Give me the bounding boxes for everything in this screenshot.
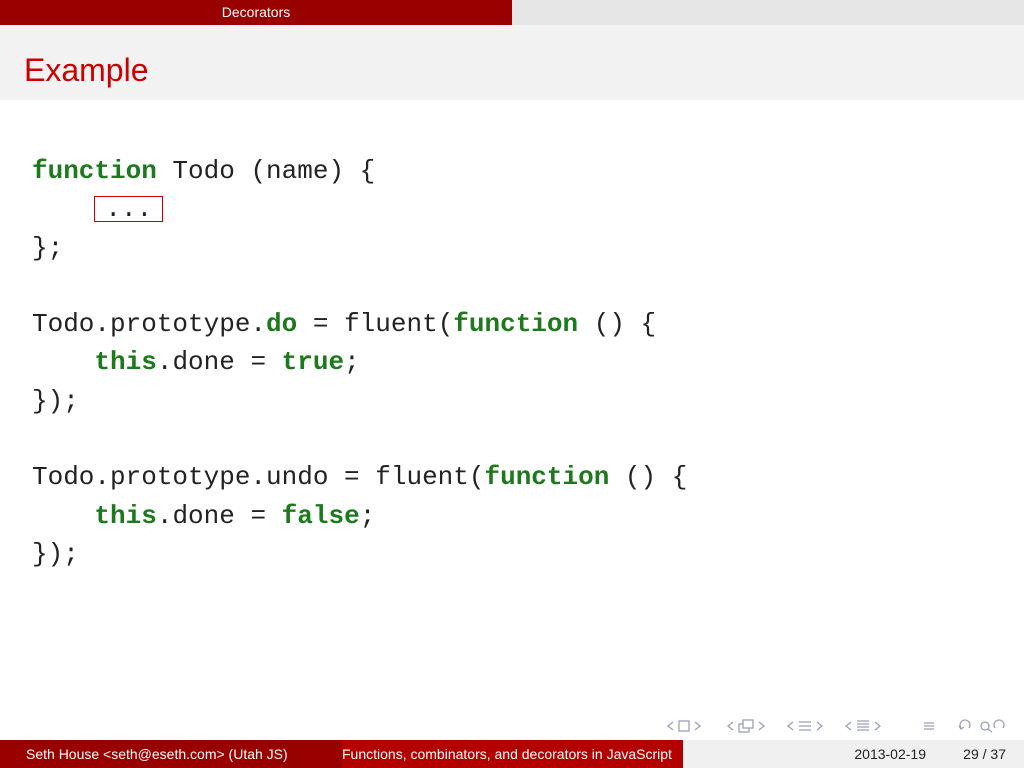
beamer-navigation-symbols xyxy=(665,714,1020,738)
footer-title-box: Functions, combinators, and decorators i… xyxy=(342,740,683,768)
code-text: Todo.prototype. xyxy=(32,309,267,340)
code-line: this.done = false; xyxy=(32,497,687,535)
footer: Seth House <seth@eseth.com> (Utah JS) Fu… xyxy=(0,740,1024,768)
footer-date: 2013-02-19 xyxy=(854,746,926,762)
code-text: () { xyxy=(609,462,688,493)
keyword: true xyxy=(281,347,345,378)
code-text: Todo (name) { xyxy=(156,156,376,186)
code-text: Todo.prototype.undo = fluent( xyxy=(32,462,485,493)
section-bar-empty xyxy=(512,0,1024,25)
code-text: }; xyxy=(32,232,64,263)
document-nav-group[interactable] xyxy=(843,718,895,734)
keyword: this xyxy=(94,347,157,378)
footer-title: Functions, combinators, and decorators i… xyxy=(342,746,672,762)
code-line: this.done = true; xyxy=(32,343,687,381)
code-text: }); xyxy=(32,385,79,416)
align-icon[interactable] xyxy=(921,718,937,734)
keyword: function xyxy=(484,462,610,493)
code-line: }; xyxy=(32,229,687,267)
keyword: this xyxy=(94,500,157,531)
footer-page-number: 29 / 37 xyxy=(963,746,1006,762)
top-navigation-bar: Decorators xyxy=(0,0,1024,25)
code-text: ; xyxy=(359,500,376,531)
code-text: ; xyxy=(344,347,360,378)
highlighted-ellipsis: ... xyxy=(94,196,164,223)
keyword: function xyxy=(453,309,579,340)
code-text: .done = xyxy=(156,500,282,531)
code-text: }); xyxy=(32,538,79,569)
section-nav-group[interactable] xyxy=(785,718,837,734)
frame-title: Example xyxy=(24,52,149,88)
section-tab-decorators[interactable]: Decorators xyxy=(0,0,512,25)
subsection-nav-group[interactable] xyxy=(725,718,781,734)
footer-author-box: Seth House <seth@eseth.com> (Utah JS) xyxy=(0,740,342,768)
code-line: }); xyxy=(32,382,687,420)
code-line: }); xyxy=(32,535,687,573)
frame-nav-group[interactable] xyxy=(665,718,717,734)
code-line: function Todo (name) { xyxy=(32,152,687,190)
code-text: .done = xyxy=(156,347,282,378)
code-line: Todo.prototype.do = fluent(function () { xyxy=(32,305,687,343)
code-line: Todo.prototype.undo = fluent(function ()… xyxy=(32,458,687,496)
footer-author: Seth House <seth@eseth.com> (Utah JS) xyxy=(26,746,288,762)
code-block: function Todo (name) { ... }; Todo.proto… xyxy=(32,152,687,573)
code-text: () { xyxy=(578,309,657,340)
footer-meta-box: 2013-02-19 29 / 37 xyxy=(683,740,1024,768)
back-forward-icon[interactable] xyxy=(957,718,1017,734)
code-line: ... xyxy=(32,190,687,228)
keyword: function xyxy=(32,156,157,186)
keyword: do xyxy=(266,309,298,340)
keyword: false xyxy=(281,500,360,531)
frame-title-band xyxy=(0,25,1024,100)
code-text: = fluent( xyxy=(297,309,454,340)
